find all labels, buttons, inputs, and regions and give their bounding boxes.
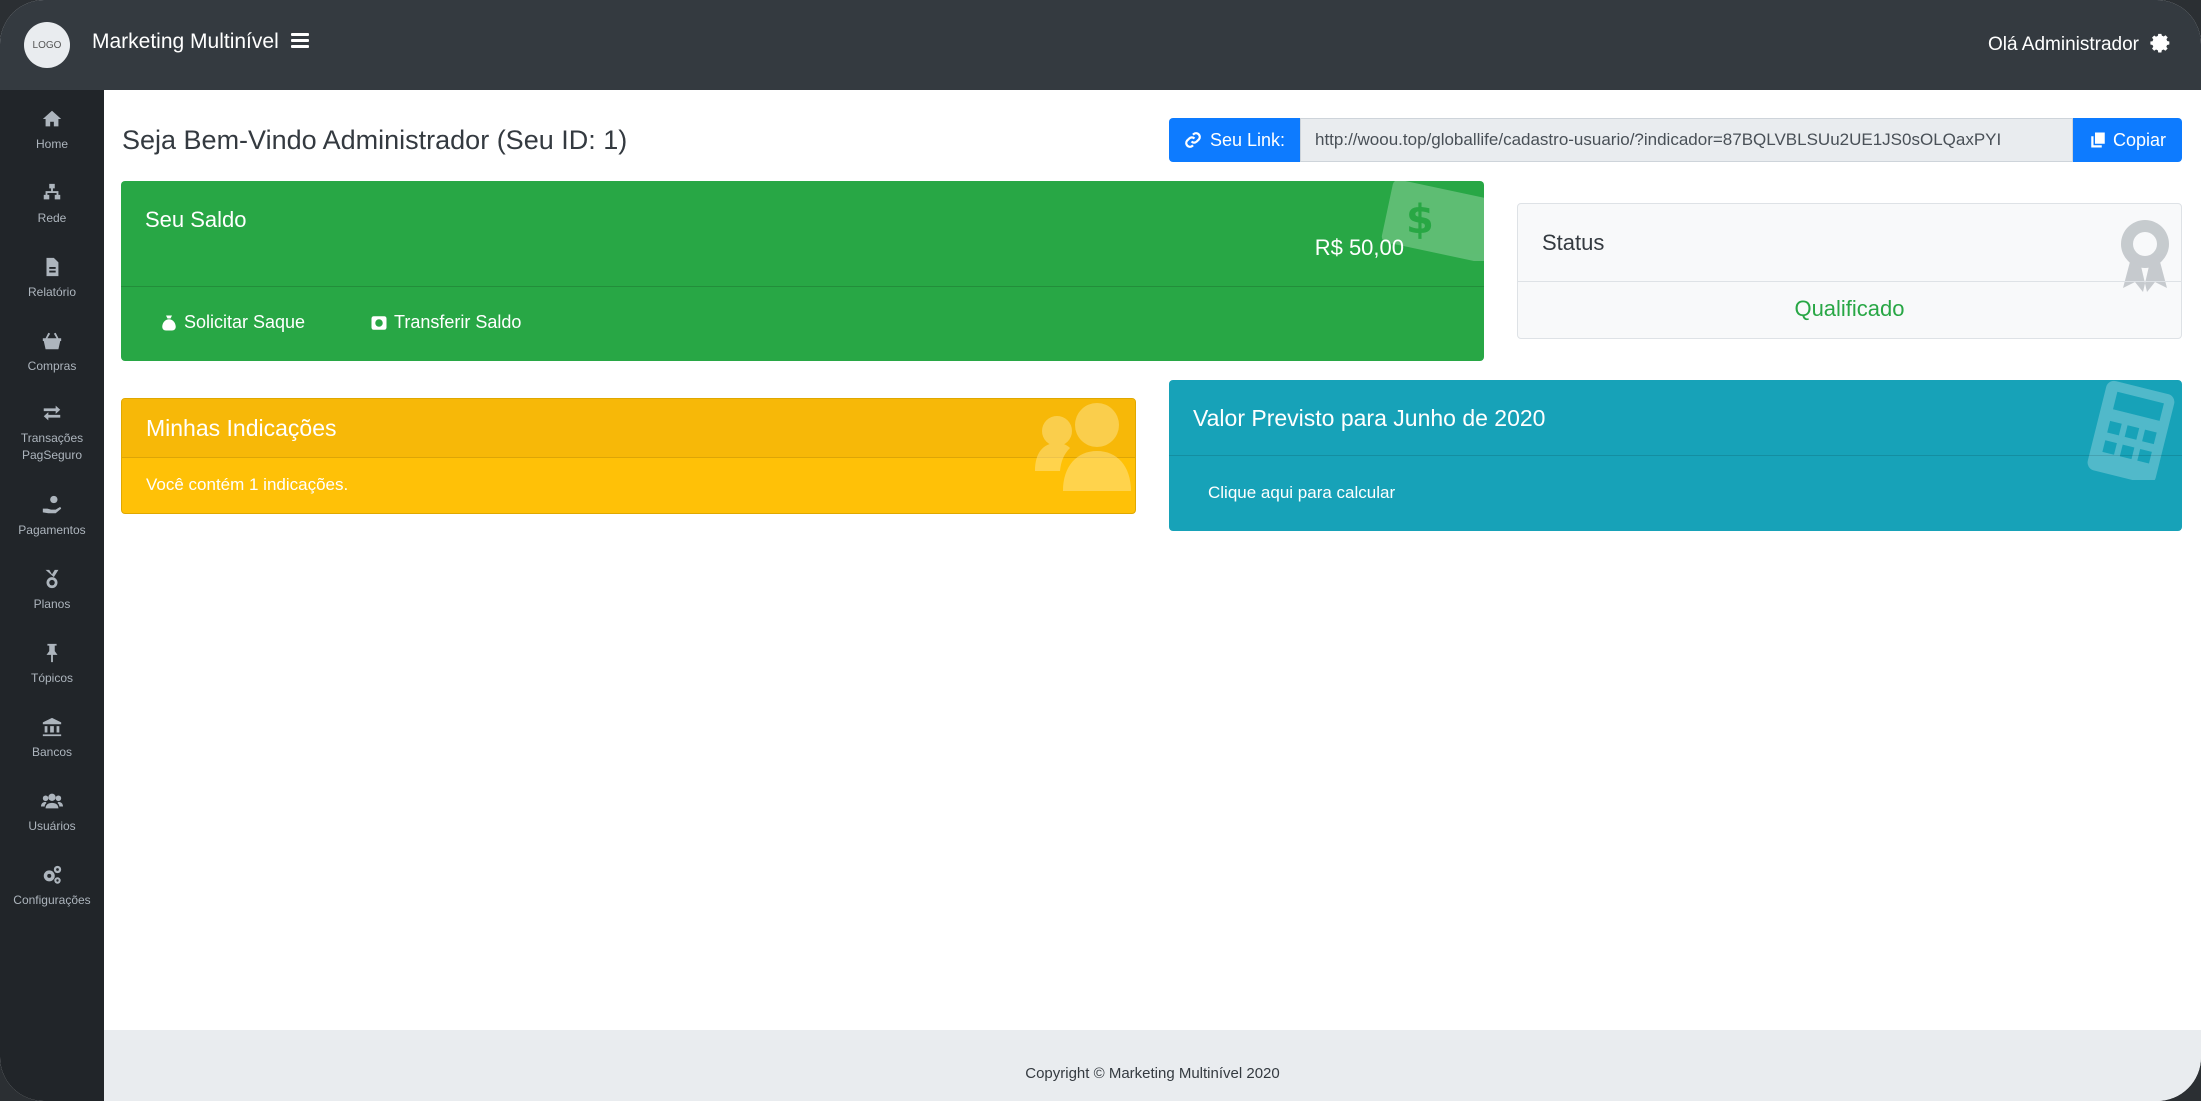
cogs-icon (43, 865, 62, 884)
forecast-card: Valor Previsto para Junho de 2020 Clique… (1169, 380, 2182, 531)
sidebar-item-configuracoes[interactable]: Configurações (0, 864, 104, 909)
svg-text:$: $ (1406, 197, 1434, 243)
money-check-icon (371, 315, 387, 330)
sidebar-item-label: Tópicos (30, 671, 74, 685)
app-frame: LOGO Marketing Multinível Olá Administra… (0, 0, 2201, 1101)
referrals-text: Você contém 1 indicações. (146, 475, 349, 494)
gear-icon[interactable] (2149, 32, 2171, 54)
page-title: Seja Bem-Vindo Administrador (Seu ID: 1) (122, 125, 628, 155)
bank-icon (42, 717, 62, 737)
sidebar-item-usuarios[interactable]: Usuários (0, 790, 104, 835)
referral-link-group: Seu Link: http://woou.top/globallife/cad… (1169, 118, 2182, 162)
menu-toggle-icon[interactable] (291, 33, 309, 49)
sidebar-item-planos[interactable]: Planos (0, 568, 104, 613)
forecast-title: Valor Previsto para Junho de 2020 (1193, 405, 1546, 431)
referrals-title: Minhas Indicações (146, 415, 337, 441)
divider (1169, 455, 2182, 456)
balance-card: $ Seu Saldo R$ 50,00 Solicitar Saque Tra… (121, 181, 1484, 361)
home-icon (42, 110, 62, 127)
sidebar-item-label: Rede (37, 211, 67, 225)
exchange-icon (43, 405, 61, 421)
transfer-balance-button[interactable]: Transferir Saldo (370, 312, 521, 333)
sidebar-item-home[interactable]: Home (0, 108, 104, 153)
award-icon (2121, 220, 2169, 292)
divider (121, 286, 1484, 287)
logo[interactable]: LOGO (24, 22, 70, 68)
sidebar-item-label: Relatório (27, 285, 77, 299)
request-withdrawal-button[interactable]: Solicitar Saque (160, 312, 305, 333)
sidebar-item-label: Home (35, 137, 68, 151)
sidebar-item-label: Pagamentos (18, 523, 86, 537)
basket-icon (42, 332, 62, 350)
status-value: Qualificado (1794, 296, 1905, 321)
user-greeting[interactable]: Olá Administrador (1988, 34, 2139, 56)
status-card: Status Qualificado (1517, 203, 2182, 339)
calculator-icon (2087, 380, 2175, 480)
copy-icon (2091, 132, 2105, 148)
sidebar-item-label: Bancos (31, 745, 73, 759)
status-title: Status (1542, 230, 1605, 255)
hand-coin-icon (42, 495, 62, 514)
users-icon (41, 793, 63, 809)
brand-title[interactable]: Marketing Multinível (92, 30, 279, 54)
footer: Copyright © Marketing Multinível 2020 (104, 1030, 2201, 1101)
divider (1518, 281, 2181, 282)
calculate-link[interactable]: Clique aqui para calcular (1208, 483, 1395, 503)
sidebar-item-relatorio[interactable]: Relatório (0, 256, 104, 301)
copyright-text: Copyright © Marketing Multinível 2020 (1025, 1065, 1280, 1082)
sidebar-item-pagamentos[interactable]: Pagamentos (0, 494, 104, 539)
referral-link-label: Seu Link: (1169, 118, 1300, 162)
money-bag-icon (162, 315, 176, 330)
pin-icon (46, 643, 58, 663)
sidebar-item-bancos[interactable]: Bancos (0, 716, 104, 761)
link-icon (1185, 132, 1201, 148)
referral-link-input[interactable]: http://woou.top/globallife/cadastro-usua… (1300, 118, 2073, 162)
copy-button[interactable]: Copiar (2073, 118, 2182, 162)
sidebar-item-transacoes[interactable]: Transações PagSeguro (0, 402, 104, 464)
balance-title: Seu Saldo (145, 207, 247, 232)
sidebar-item-label: Configurações (13, 893, 91, 907)
sidebar-item-label: Transações (20, 431, 84, 445)
referrals-card: Minhas Indicações Você contém 1 indicaçõ… (121, 398, 1136, 514)
balance-amount: R$ 50,00 (1314, 235, 1404, 260)
sidebar-item-label-2: PagSeguro (21, 448, 83, 462)
sidebar: Home Rede Relatório Compras Transações P… (0, 90, 104, 1101)
network-icon (43, 183, 61, 200)
users-icon (1035, 403, 1131, 491)
sidebar-item-label: Compras (27, 359, 77, 373)
report-icon (46, 257, 59, 277)
sidebar-item-rede[interactable]: Rede (0, 182, 104, 227)
sidebar-item-label: Planos (33, 597, 71, 611)
medal-icon (45, 569, 59, 589)
sidebar-item-compras[interactable]: Compras (0, 330, 104, 375)
sidebar-item-topicos[interactable]: Tópicos (0, 642, 104, 687)
sidebar-item-label: Usuários (28, 819, 76, 833)
top-navbar: LOGO Marketing Multinível Olá Administra… (0, 0, 2201, 90)
